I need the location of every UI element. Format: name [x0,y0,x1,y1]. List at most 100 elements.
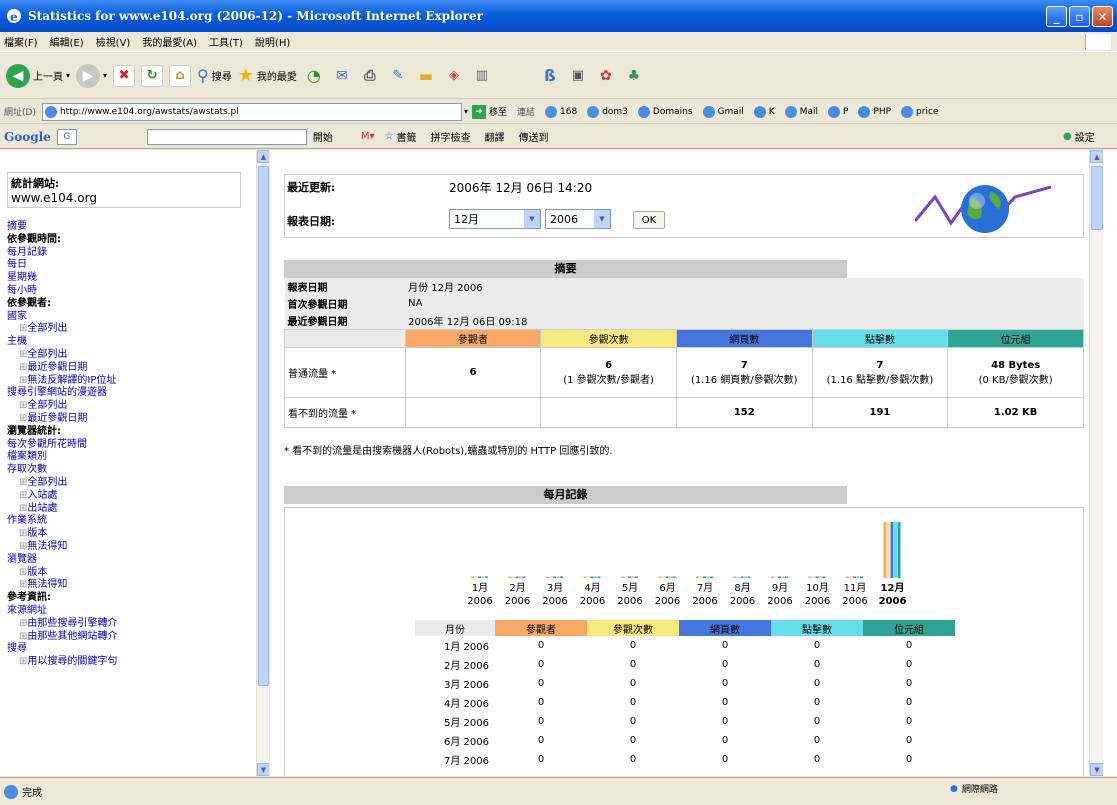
viewed-pages: 7 [740,359,748,371]
nav-link[interactable]: 最近參觀日期 [7,362,252,375]
menu-favorites[interactable]: 我的最愛(A) [142,34,197,49]
nav-link[interactable]: 全部列出 [7,323,252,336]
nav-link[interactable]: 每小時 [7,285,252,298]
google-search-input[interactable] [146,128,307,145]
nav-link[interactable]: 用以搜尋的關鍵字句 [7,656,252,669]
nav-link[interactable]: 全部列出 [7,349,252,362]
google-bookmarks[interactable]: 書籤 [396,129,416,144]
nav-link[interactable]: 搜尋引擎網站的漫遊器 [7,387,252,400]
google-start[interactable]: 開始 [313,129,333,144]
left-scroll-thumb[interactable] [258,166,269,686]
bluetooth-icon[interactable]: ß [539,65,561,87]
go-button[interactable]: ➜ 移至 [471,104,507,119]
nav-link[interactable]: 無法反解譯的IP位址 [7,375,252,388]
gmail-icon[interactable]: M▾ [361,131,375,142]
menu-view[interactable]: 檢視(V) [96,34,131,49]
favorites-button[interactable]: ★ 我的最愛 [238,65,297,86]
research-button[interactable]: ▥ [471,65,493,87]
nav-link[interactable]: 版本 [7,528,252,541]
left-scrollbar[interactable]: ▲ ▼ [256,150,269,776]
menu-file[interactable]: 檔案(F) [4,34,38,49]
nav-link[interactable]: 無法得知 [7,579,252,592]
year-select[interactable]: 2006 ▼ [545,209,611,229]
link-php[interactable]: PHP [858,105,891,118]
nav-link[interactable]: 全部列出 [7,477,252,490]
menu-help[interactable]: 說明(H) [255,34,290,49]
chart-bar [887,522,890,578]
nav-link[interactable]: 由那些其他網站轉介 [7,631,252,644]
chart-bar [512,576,515,578]
link-k[interactable]: K [753,105,775,118]
search-button[interactable]: ⚲ 搜尋 [197,66,232,85]
link-domains[interactable]: Domains [637,105,693,118]
nav-link[interactable]: 存取次數 [7,464,252,477]
refresh-button[interactable]: ↻ [141,64,164,87]
table-row: 5月 2006 0 0 0 0 0 [415,712,955,731]
nav-link[interactable]: 星期幾 [7,272,252,285]
link-gmail[interactable]: Gmail [702,105,744,118]
month-select[interactable]: 12月 ▼ [449,209,541,229]
nav-link[interactable]: 國家 [7,311,252,324]
back-dropdown-icon[interactable]: ▾ [66,71,70,80]
nav-link[interactable]: 來源網址 [7,605,252,618]
link-mail[interactable]: Mail [784,105,818,118]
folder-button[interactable]: ▬ [415,65,437,87]
chart-bar [519,576,522,578]
google-sendto[interactable]: 傳送到 [518,129,548,144]
mail-button[interactable]: ✉ [331,65,353,87]
nav-link[interactable]: 每次參觀所花時間 [7,439,252,452]
msn-icon[interactable]: ♣ [623,65,645,87]
menu-edit[interactable]: 編輯(E) [50,34,84,49]
value-cell: 0 [721,716,729,727]
print-button[interactable]: ⎙ [359,65,381,87]
google-search-button[interactable]: G [56,128,77,145]
messenger-icon[interactable]: ✿ [595,65,617,87]
history-button[interactable]: ◔ [303,65,325,87]
google-translate[interactable]: 翻譯 [484,129,504,144]
app-icon[interactable]: ▣ [567,65,589,87]
nav-link[interactable]: 無法得知 [7,541,252,554]
forward-button[interactable]: ▶ ▾ [76,63,107,88]
menu-tools[interactable]: 工具(T) [209,34,243,49]
link-dom3[interactable]: dom3 [587,105,628,118]
nav-link[interactable]: 瀏覽器 [7,554,252,567]
home-button[interactable]: ⌂ [169,64,192,87]
nav-link[interactable]: 檔案類別 [7,451,252,464]
link-p[interactable]: P [827,105,848,118]
ok-button[interactable]: OK [633,211,665,229]
nav-link[interactable]: 摘要 [7,221,252,234]
minimize-button[interactable]: _ [1046,6,1067,27]
back-button[interactable]: ◀ 上一頁 ▾ [6,63,70,88]
nav-link[interactable]: 最近參觀日期 [7,413,252,426]
right-scrollbar[interactable]: ▲ ▼ [1089,150,1103,776]
edit-button[interactable]: ✎ [387,65,409,87]
scroll-up-icon[interactable]: ▲ [257,150,269,163]
right-scroll-thumb[interactable] [1091,166,1103,230]
nav-link[interactable]: 全部列出 [7,400,252,413]
nav-link[interactable]: 作業系統 [7,515,252,528]
nav-link[interactable]: 出站處 [7,503,252,516]
scroll-down-icon[interactable]: ▼ [257,763,269,776]
discuss-button[interactable]: ◈ [443,65,465,87]
maximize-button[interactable]: ▫ [1069,6,1090,27]
google-spellcheck[interactable]: 拼字檢查 [430,129,470,144]
nav-link[interactable]: 入站處 [7,490,252,503]
scroll-down-icon[interactable]: ▼ [1090,763,1103,776]
link-168[interactable]: 168 [545,105,577,118]
menu-bar: 檔案(F) 編輯(E) 檢視(V) 我的最愛(A) 工具(T) 說明(H) [0,32,1117,52]
nav-link[interactable]: 主機 [7,336,252,349]
scroll-up-icon[interactable]: ▲ [1090,150,1103,163]
nav-link[interactable]: 搜尋 [7,643,252,656]
nav-link[interactable]: 由那些搜尋引擎轉介 [7,618,252,631]
forward-dropdown-icon[interactable]: ▾ [103,71,107,80]
address-input[interactable]: http://www.e104.org/awstats/awstats.pl [41,102,462,121]
status-text: 完成 [22,788,42,799]
nav-link[interactable]: 版本 [7,567,252,580]
close-button[interactable]: ✕ [1092,6,1113,27]
nav-link[interactable]: 每月記錄 [7,247,252,260]
stop-button[interactable]: ✖ [113,64,136,87]
address-dropdown-icon[interactable]: ▾ [464,107,468,116]
nav-link[interactable]: 每日 [7,259,252,272]
google-settings[interactable]: ● 設定 [1063,129,1095,144]
link-price[interactable]: price [901,105,938,118]
